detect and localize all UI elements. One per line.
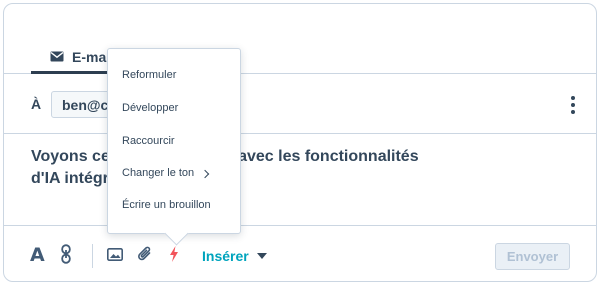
text-style-icon[interactable]: A xyxy=(30,244,45,266)
menu-item-developper[interactable]: Développer xyxy=(108,92,240,124)
menu-item-label: Écrire un brouillon xyxy=(122,199,211,211)
ai-actions-menu: Reformuler Développer Raccourcir Changer… xyxy=(107,48,241,234)
menu-item-raccourcir[interactable]: Raccourcir xyxy=(108,125,240,157)
send-button[interactable]: Envoyer xyxy=(495,243,570,270)
menu-item-reformuler[interactable]: Reformuler xyxy=(108,59,240,91)
menu-item-label: Changer le ton xyxy=(122,167,195,179)
composer-toolbar: A Insérer Envoyer xyxy=(4,225,596,281)
link-icon[interactable] xyxy=(61,244,71,264)
envelope-icon xyxy=(50,51,64,62)
email-body[interactable]: Voyons ce qu'on peut faire avec les fonc… xyxy=(31,146,451,190)
menu-item-changer-le-ton[interactable]: Changer le ton xyxy=(108,157,240,189)
menu-item-label: Développer xyxy=(122,102,179,114)
image-icon[interactable] xyxy=(107,248,123,261)
menu-item-ecrire-un-brouillon[interactable]: Écrire un brouillon xyxy=(108,189,240,221)
email-composer: E-mail À ben@cor Voyons ce qu'on peut fa… xyxy=(3,3,597,282)
toolbar-divider xyxy=(92,244,93,268)
composer-tabs: E-mail xyxy=(4,4,596,74)
menu-item-label: Raccourcir xyxy=(122,135,175,147)
recipient-label: À xyxy=(31,96,42,112)
chevron-right-icon xyxy=(200,169,210,178)
recipient-row: À ben@cor xyxy=(4,74,596,134)
menu-item-label: Reformuler xyxy=(122,69,177,81)
attachment-icon[interactable] xyxy=(137,245,153,263)
kebab-icon[interactable] xyxy=(570,96,576,114)
ai-lightning-icon[interactable] xyxy=(169,246,179,262)
caret-down-icon xyxy=(256,253,267,259)
insert-dropdown[interactable]: Insérer xyxy=(202,248,267,264)
insert-label: Insérer xyxy=(202,248,249,264)
